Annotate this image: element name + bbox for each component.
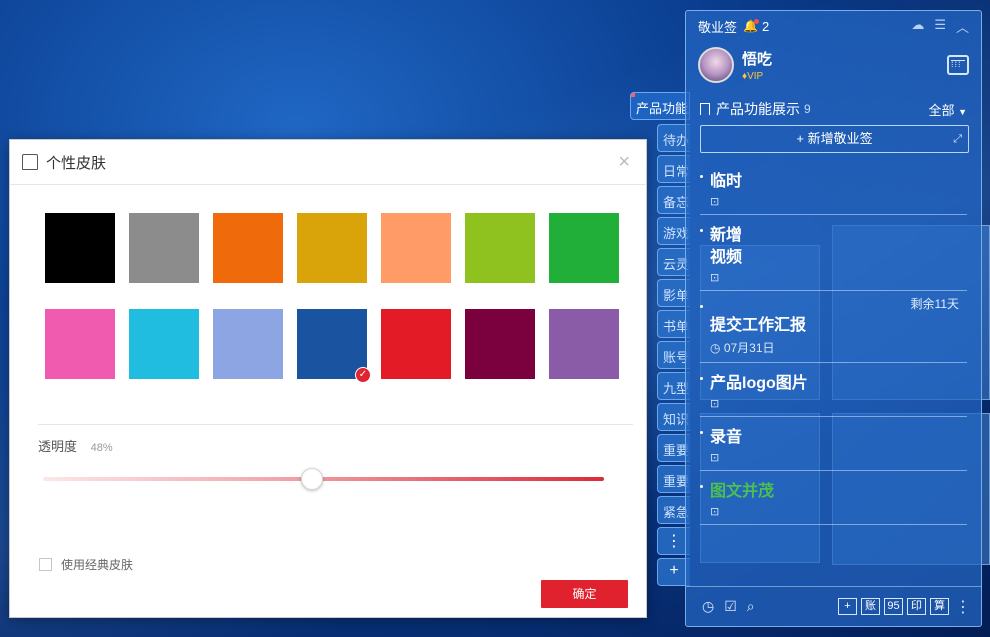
- panel-footer: ◷ ☑ ⌕ + 账 95 印算 ⋮: [686, 586, 981, 626]
- note-title: 录音: [710, 429, 743, 446]
- close-icon[interactable]: ×: [618, 151, 630, 174]
- footer-key-button[interactable]: +: [838, 598, 857, 615]
- caret-down-icon: ▼: [958, 106, 967, 117]
- color-swatch[interactable]: ✓: [297, 309, 371, 383]
- lock-icon: ⊡: [710, 272, 720, 284]
- note-item[interactable]: 录音 ⊡: [700, 417, 967, 471]
- color-swatch[interactable]: [549, 309, 619, 379]
- cloud-icon[interactable]: ☁: [911, 17, 924, 36]
- note-title: 图文并茂: [710, 483, 775, 500]
- panel-header: 敬业签 🔔 2 ☁ ☰ ︿: [686, 11, 981, 41]
- notification-count: 2: [761, 18, 770, 34]
- color-swatch[interactable]: [381, 213, 451, 283]
- collapse-icon[interactable]: ︿: [956, 17, 969, 36]
- section-header: 产品功能展示 9 全部 ▼: [686, 99, 981, 119]
- note-title: 产品logo图片: [710, 375, 808, 392]
- checkbox-icon[interactable]: ☑: [724, 598, 737, 615]
- add-note-button[interactable]: + 新增敬业签 ⤢: [700, 125, 969, 153]
- note-item[interactable]: 剩余11天提交工作汇报 ◷ 07月31日: [700, 291, 967, 363]
- note-date: ◷ 07月31日: [710, 341, 775, 355]
- color-swatch[interactable]: [297, 213, 367, 283]
- opacity-value: 48%: [90, 442, 113, 454]
- bell-icon[interactable]: 🔔: [743, 19, 759, 33]
- filter-dropdown[interactable]: 全部 ▼: [928, 100, 967, 119]
- menu-icon[interactable]: ☰: [934, 17, 946, 36]
- avatar[interactable]: [698, 47, 734, 83]
- confirm-button[interactable]: 确定: [541, 580, 628, 608]
- app-title: 敬业签: [698, 19, 738, 35]
- classic-skin-option[interactable]: 使用经典皮肤: [39, 556, 133, 573]
- note-title: 提交工作汇报: [710, 317, 807, 334]
- note-item[interactable]: 新增 视频 ⊡: [700, 215, 967, 291]
- user-bar: 悟吃 ♦VIP: [686, 41, 981, 89]
- color-swatch[interactable]: [381, 309, 451, 379]
- divider: [38, 424, 633, 425]
- search-icon[interactable]: ⌕: [747, 598, 755, 615]
- bookmark-icon: [700, 103, 710, 115]
- color-swatches: ✓: [45, 213, 635, 383]
- skin-dialog: 个性皮肤 × ✓ 透明度 48% 使用经典皮肤 确定: [9, 139, 647, 618]
- note-title: 新增 视频: [710, 227, 743, 266]
- opacity-slider-thumb[interactable]: [301, 468, 324, 490]
- footer-key-button[interactable]: 印: [907, 598, 926, 615]
- color-swatch[interactable]: [45, 309, 115, 379]
- clock-icon[interactable]: ◷: [702, 598, 714, 615]
- section-title: 产品功能展示: [716, 101, 800, 117]
- section-count: 9: [804, 102, 811, 116]
- footer-key-button[interactable]: 95: [884, 598, 903, 615]
- clock-icon: ◷: [710, 341, 724, 355]
- lock-icon: ⊡: [710, 398, 720, 410]
- lock-icon: ⊡: [710, 196, 720, 208]
- vip-badge: ♦VIP: [742, 71, 764, 82]
- classic-skin-checkbox[interactable]: [39, 558, 52, 571]
- lock-icon: ⊡: [710, 506, 720, 518]
- more-icon[interactable]: ⋮: [955, 597, 971, 617]
- note-title: 临时: [710, 173, 743, 190]
- color-swatch[interactable]: [213, 213, 283, 283]
- remaining-days: 剩余11天: [910, 297, 959, 311]
- footer-key-button[interactable]: 算: [930, 598, 949, 615]
- color-swatch[interactable]: [465, 213, 535, 283]
- note-item[interactable]: 图文并茂 ⊡: [700, 471, 967, 525]
- color-swatch[interactable]: [549, 213, 619, 283]
- color-swatch[interactable]: [213, 309, 283, 379]
- footer-key-button[interactable]: 账: [861, 598, 880, 615]
- user-name: 悟吃: [742, 51, 773, 68]
- color-swatch[interactable]: [129, 309, 199, 379]
- dialog-header: 个性皮肤 ×: [10, 140, 646, 185]
- color-swatch[interactable]: [129, 213, 199, 283]
- calendar-icon[interactable]: [947, 55, 969, 75]
- opacity-slider[interactable]: [43, 477, 604, 481]
- shirt-icon: [22, 154, 38, 170]
- dialog-title: 个性皮肤: [46, 154, 107, 172]
- lock-icon: ⊡: [710, 452, 720, 464]
- note-item[interactable]: 产品logo图片 ⊡: [700, 363, 967, 417]
- color-swatch[interactable]: [45, 213, 115, 283]
- check-icon: ✓: [355, 367, 371, 383]
- sticky-notes-panel: 敬业签 🔔 2 ☁ ☰ ︿ 悟吃 ♦VIP 产品功能展示 9 全部 ▼ + 新增…: [685, 10, 982, 627]
- notes-list: 临时 ⊡ 新增 视频 ⊡ 剩余11天提交工作汇报 ◷ 07月31日产品logo图片 ⊡ 录音 ⊡…: [686, 161, 981, 525]
- color-swatch[interactable]: [465, 309, 535, 379]
- expand-icon[interactable]: ⤢: [953, 126, 962, 152]
- note-item[interactable]: 临时 ⊡: [700, 161, 967, 215]
- opacity-label-row: 透明度 48%: [38, 439, 113, 454]
- tab-product-features[interactable]: 产品功能展示: [630, 92, 690, 120]
